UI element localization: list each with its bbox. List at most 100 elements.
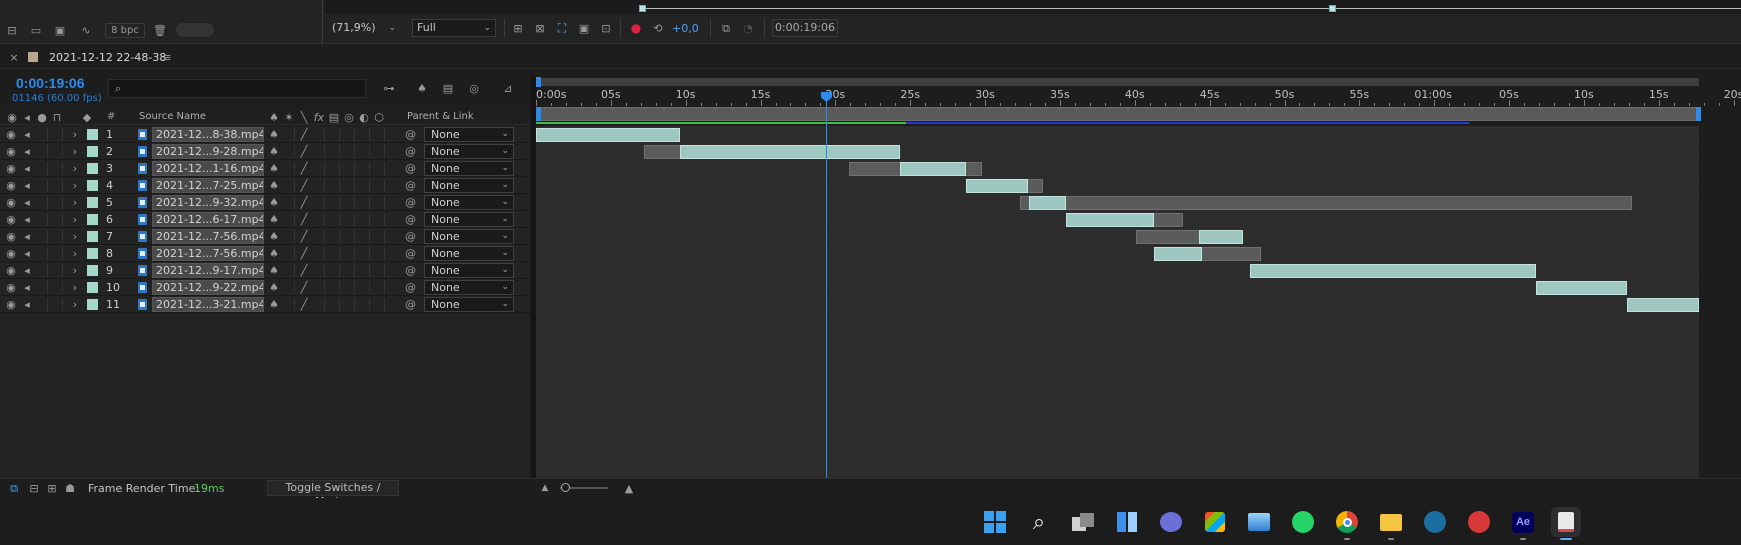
layer-row[interactable]: ◉ ◂ › 10 2021-12...9-22.mp4 ♠ ╱ @ None ⌄ [0,279,530,296]
effects-switch[interactable] [313,196,325,209]
parent-dropdown[interactable]: None ⌄ [424,144,514,159]
collapse-switch[interactable] [283,179,295,192]
3d-layer-header-icon[interactable]: ⬡ [373,110,385,124]
solo-toggle[interactable] [36,128,48,141]
layer-source-name[interactable]: 2021-12...3-21.mp4 [152,297,264,312]
lock-toggle[interactable] [51,196,63,209]
exposure-value[interactable]: +0,0 [672,22,699,35]
zoom-dropdown[interactable]: (71,9%) ⌄ [332,19,398,37]
whatsapp-icon[interactable] [1288,507,1318,537]
zoom-out-mountain-icon[interactable]: ▲ [538,481,552,495]
layer-row[interactable]: ◉ ◂ › 3 2021-12...1-16.mp4 ♠ ╱ @ None ⌄ [0,160,530,177]
speaker-icon[interactable]: ◂ [21,196,33,209]
pick-whip-icon[interactable]: @ [404,196,417,209]
collapse-switch[interactable] [283,128,295,141]
photos-icon[interactable] [1244,507,1274,537]
snipping-tool-icon[interactable] [1551,507,1581,537]
windows-start-icon[interactable] [980,507,1010,537]
layer-label-swatch[interactable] [87,231,98,242]
eye-icon[interactable]: ◉ [5,298,17,311]
after-effects-icon[interactable]: Ae [1508,507,1538,537]
track-row[interactable] [536,262,1699,279]
parent-dropdown[interactable]: None ⌄ [424,195,514,210]
project-search-pill[interactable] [176,23,214,37]
work-area-handle-right[interactable] [1329,5,1336,12]
viewer-timecode[interactable]: 0:00:19:06 [772,19,838,37]
layer-duration-bar[interactable] [1019,196,1632,210]
adjustment-switch[interactable] [358,298,370,311]
parent-dropdown[interactable]: None ⌄ [424,161,514,176]
expand-chevron-icon[interactable]: › [70,162,80,175]
effects-switch[interactable] [313,230,325,243]
eye-icon[interactable]: ◉ [5,196,17,209]
audio-switch-header-icon[interactable]: ◂ [21,110,33,124]
parent-dropdown[interactable]: None ⌄ [424,212,514,227]
eye-icon[interactable]: ◉ [5,162,17,175]
steam-icon[interactable] [1420,507,1450,537]
lock-toggle[interactable] [51,264,63,277]
collapse-switch[interactable] [283,230,295,243]
source-name-column-header[interactable]: Source Name [139,111,206,122]
expand-chevron-icon[interactable]: › [70,264,80,277]
layer-row[interactable]: ◉ ◂ › 11 2021-12...3-21.mp4 ♠ ╱ @ None ⌄ [0,296,530,313]
video-switch-header-icon[interactable]: ◉ [6,110,18,124]
track-row[interactable] [536,211,1699,228]
effects-switch[interactable] [313,128,325,141]
transfer-controls-icon[interactable]: ⊞ [45,481,59,495]
solo-toggle[interactable] [36,230,48,243]
layer-source-name[interactable]: 2021-12...9-28.mp4 [152,144,264,159]
fx-header-icon[interactable]: fx [313,110,325,124]
layer-row[interactable]: ◉ ◂ › 7 2021-12...7-56.mp4 ♠ ╱ @ None ⌄ [0,228,530,245]
chrome-icon[interactable] [1332,507,1362,537]
layer-row[interactable]: ◉ ◂ › 2 2021-12...9-28.mp4 ♠ ╱ @ None ⌄ [0,143,530,160]
layer-active-bar[interactable] [679,145,900,159]
frame-blend-switch[interactable] [328,128,340,141]
timeline-zoom-slider-thumb[interactable] [561,483,570,492]
3d-switch[interactable] [373,247,385,260]
guides-icon[interactable]: ⊡ [598,20,614,36]
adjustment-switch[interactable] [358,264,370,277]
quality-switch-icon[interactable]: ╱ [298,196,310,209]
pick-whip-icon[interactable]: @ [404,179,417,192]
comp-flowchart-icon[interactable]: ⊶ [381,80,397,96]
pick-whip-icon[interactable]: @ [404,264,417,277]
layer-label-swatch[interactable] [87,163,98,174]
expand-chevron-icon[interactable]: › [70,298,80,311]
eye-icon[interactable]: ◉ [5,230,17,243]
parent-link-column-header[interactable]: Parent & Link [407,111,474,122]
graph-editor-icon[interactable]: ⊿ [500,80,516,96]
effects-switch[interactable] [313,264,325,277]
solo-toggle[interactable] [36,145,48,158]
layer-active-bar[interactable] [1627,298,1699,312]
motion-blur-switch[interactable] [343,196,355,209]
pick-whip-icon[interactable]: @ [404,128,417,141]
panel-menu-icon[interactable]: ≡ [160,50,174,64]
solo-header-icon[interactable]: ● [36,110,48,124]
collapse-switch[interactable] [283,196,295,209]
quality-switch-icon[interactable]: ╱ [298,298,310,311]
pick-whip-icon[interactable]: @ [404,298,417,311]
color-channels-icon[interactable]: ● [628,20,644,36]
solo-toggle[interactable] [36,298,48,311]
lock-toggle[interactable] [51,145,63,158]
solo-toggle[interactable] [36,264,48,277]
parent-dropdown[interactable]: None ⌄ [424,229,514,244]
track-row[interactable] [536,296,1699,313]
adjustment-switch[interactable] [358,145,370,158]
3d-switch[interactable] [373,162,385,175]
effects-switch[interactable] [313,281,325,294]
shy-switch-icon[interactable]: ♠ [268,128,280,141]
motion-blur-switch[interactable] [343,298,355,311]
frame-blend-switch[interactable] [328,298,340,311]
motion-blur-header-icon[interactable]: ◎ [343,110,355,124]
3d-switch[interactable] [373,179,385,192]
eye-icon[interactable]: ◉ [5,145,17,158]
effects-switch[interactable] [313,145,325,158]
eye-icon[interactable]: ◉ [5,179,17,192]
comp-mini-flowchart-icon[interactable]: ⧉ [7,481,21,495]
motion-blur-switch[interactable] [343,247,355,260]
track-row[interactable] [536,245,1699,262]
lock-toggle[interactable] [51,230,63,243]
frame-blend-header-icon[interactable]: ▤ [328,110,340,124]
layer-switches-icon[interactable]: ⊟ [27,481,41,495]
